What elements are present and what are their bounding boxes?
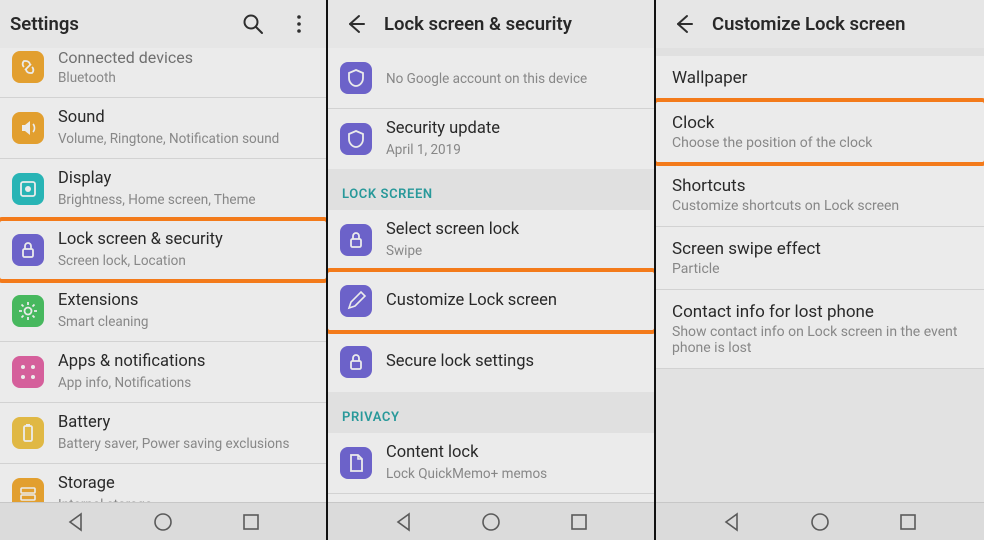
item-title: Contact info for lost phone [672, 302, 968, 322]
list-item[interactable]: Contact info for lost phoneShow contact … [656, 290, 984, 368]
item-title: Wallpaper [672, 68, 968, 88]
list-item[interactable]: Screen swipe effect Particle [656, 227, 984, 289]
lock-security-header: Lock screen & security [328, 0, 654, 48]
customize-lock-title: Customize Lock screen [712, 13, 974, 35]
link-icon [12, 51, 44, 83]
section-label: LOCK SCREEN [328, 169, 654, 210]
item-title: Secure lock settings [386, 352, 640, 373]
list-item[interactable]: Lock screen & security Screen lock, Locat… [0, 220, 326, 280]
item-subtitle: Brightness, Home screen, Theme [58, 192, 312, 209]
item-title: Content lock [386, 443, 640, 464]
item-title: Security update [386, 119, 640, 140]
settings-list[interactable]: Connected devices Bluetooth Sound Volume, R… [0, 48, 326, 502]
lock-icon [340, 346, 372, 378]
list-item[interactable]: Secure lock settings [328, 332, 654, 392]
item-title: Customize Lock screen [386, 291, 640, 312]
shield-icon [340, 62, 372, 94]
speaker-icon [12, 112, 44, 144]
item-subtitle: App info, Notifications [58, 375, 312, 392]
item-subtitle: Particle [672, 261, 968, 277]
item-subtitle: Choose the position of the clock [672, 135, 968, 151]
battery-icon [12, 417, 44, 449]
customize-lock-panel: Customize Lock screen Wallpaper Clock Choo… [656, 0, 984, 540]
list-item[interactable]: Display Brightness, Home screen, Theme [0, 159, 326, 219]
nav-home-icon[interactable] [479, 510, 503, 534]
storage-icon [12, 478, 44, 502]
pencil-icon [340, 285, 372, 317]
item-subtitle: Smart cleaning [58, 314, 312, 331]
settings-panel: Settings Connected devices Bluetooth Sound… [0, 0, 328, 540]
apps-icon [12, 356, 44, 388]
item-subtitle: Lock QuickMemo+ memos [386, 466, 640, 483]
nav-back-icon[interactable] [392, 510, 416, 534]
list-item[interactable]: StorageInternal storage [0, 464, 326, 502]
nav-home-icon[interactable] [808, 510, 832, 534]
item-title: Lock screen & security [58, 230, 312, 251]
item-subtitle: Volume, Ringtone, Notification sound [58, 131, 312, 148]
nav-back-icon[interactable] [720, 510, 744, 534]
item-subtitle: Screen lock, Location [58, 253, 312, 270]
search-icon[interactable] [236, 7, 270, 41]
nav-home-icon[interactable] [151, 510, 175, 534]
list-item[interactable]: Content lock Lock QuickMemo+ memos [328, 433, 654, 493]
nav-bar [0, 502, 326, 540]
nav-back-icon[interactable] [64, 510, 88, 534]
item-subtitle: Swipe [386, 243, 640, 260]
lock-icon [340, 224, 372, 256]
lock-security-panel: Lock screen & security No Google account… [328, 0, 656, 540]
item-subtitle: No Google account on this device [386, 71, 640, 88]
more-icon[interactable] [282, 7, 316, 41]
list-item[interactable]: Customize Lock screen [328, 271, 654, 331]
display-icon [12, 173, 44, 205]
list-item[interactable]: No Google account on this device [328, 48, 654, 108]
list-item[interactable]: Apps & notifications App info, Notificati… [0, 342, 326, 402]
nav-bar [328, 502, 654, 540]
list-item[interactable]: Battery Battery saver, Power saving exclu… [0, 403, 326, 463]
item-subtitle: Customize shortcuts on Lock screen [672, 198, 968, 214]
nav-recent-icon[interactable] [567, 510, 591, 534]
nav-recent-icon[interactable] [896, 510, 920, 534]
section-label: PRIVACY [328, 392, 654, 433]
item-subtitle: Battery saver, Power saving exclusions [58, 436, 312, 453]
item-title: Battery [58, 413, 312, 434]
settings-title: Settings [10, 13, 224, 35]
lock-security-list[interactable]: No Google account on this device Security… [328, 48, 654, 502]
item-title: Storage [58, 474, 312, 495]
lock-security-title: Lock screen & security [384, 13, 644, 35]
customize-lock-header: Customize Lock screen [656, 0, 984, 48]
gear-icon [12, 295, 44, 327]
shield-icon [340, 123, 372, 155]
list-item[interactable]: Shortcuts Customize shortcuts on Lock scr… [656, 164, 984, 226]
list-item[interactable]: Extensions Smart cleaning [0, 281, 326, 341]
list-item[interactable]: Wallpaper [656, 56, 984, 100]
list-item[interactable]: Clock Choose the position of the clock [656, 101, 984, 163]
doc-icon [340, 447, 372, 479]
lock-icon [12, 234, 44, 266]
back-icon[interactable] [666, 7, 700, 41]
nav-recent-icon[interactable] [239, 510, 263, 534]
item-title: Screen swipe effect [672, 239, 968, 259]
item-subtitle: Show contact info on Lock screen in the … [672, 324, 968, 356]
item-title: Select screen lock [386, 220, 640, 241]
list-item[interactable]: Sound Volume, Ringtone, Notification soun… [0, 98, 326, 158]
customize-lock-list[interactable]: Wallpaper Clock Choose the position of the… [656, 48, 984, 502]
nav-bar [656, 502, 984, 540]
list-item[interactable]: Select screen lock Swipe [328, 210, 654, 270]
settings-header: Settings [0, 0, 326, 48]
list-item[interactable]: Security update April 1, 2019 [328, 109, 654, 169]
item-title: Clock [672, 113, 968, 133]
item-subtitle: April 1, 2019 [386, 142, 640, 159]
item-title: Apps & notifications [58, 352, 312, 373]
item-subtitle: Bluetooth [58, 70, 312, 87]
list-item[interactable]: Connected devices Bluetooth [0, 48, 326, 97]
list-item[interactable]: LocationOn / High accuracy (GPS and netw… [328, 494, 654, 502]
item-title: Display [58, 169, 312, 190]
item-title: Sound [58, 108, 312, 129]
item-title: Connected devices [58, 48, 312, 68]
item-title: Extensions [58, 291, 312, 312]
item-title: Shortcuts [672, 176, 968, 196]
back-icon[interactable] [338, 7, 372, 41]
